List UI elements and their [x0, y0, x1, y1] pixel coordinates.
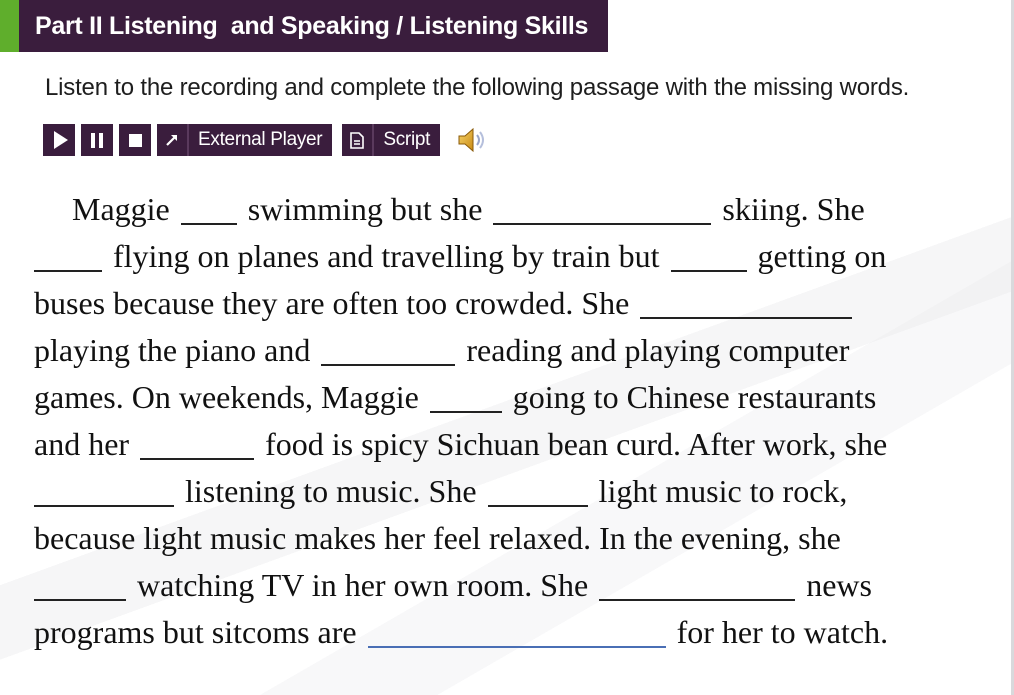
passage-text: getting on — [749, 238, 887, 274]
answer-blank-11[interactable] — [34, 569, 126, 601]
passage-line: games. On weekends, Maggie going to Chin… — [34, 374, 974, 421]
passage-text: for her to watch. — [668, 614, 889, 650]
answer-blank-4[interactable] — [670, 240, 747, 272]
passage-text: light music to rock, — [590, 473, 848, 509]
answer-blank-6[interactable] — [321, 334, 456, 366]
answer-blank-8[interactable] — [140, 428, 255, 460]
passage-text: buses because they are often too crowded… — [34, 285, 638, 321]
play-button[interactable] — [43, 124, 75, 156]
answer-blank-13[interactable] — [367, 616, 666, 648]
passage-text: programs but sitcoms are — [34, 614, 365, 650]
external-link-icon — [157, 124, 189, 156]
answer-blank-12[interactable] — [599, 569, 796, 601]
passage-line: flying on planes and travelling by train… — [34, 233, 974, 280]
passage-text: and her — [34, 426, 138, 462]
section-header: Part II Listening and Speaking / Listeni… — [0, 0, 609, 52]
passage-line: listening to music. She light music to r… — [34, 468, 974, 515]
passage-line: programs but sitcoms are for her to watc… — [34, 609, 974, 656]
passage-line: watching TV in her own room. She news — [34, 562, 974, 609]
passage-text: games. On weekends, Maggie — [34, 379, 427, 415]
passage-line: Maggie swimming but she skiing. She — [34, 186, 974, 233]
pause-icon — [91, 132, 103, 148]
passage-text: flying on planes and travelling by train… — [105, 238, 668, 274]
passage-line: buses because they are often too crowded… — [34, 280, 974, 327]
play-icon — [53, 131, 68, 149]
page-title: Part II Listening and Speaking / Listeni… — [19, 0, 609, 52]
passage-text: reading and playing computer — [458, 332, 850, 368]
header-accent-bar — [0, 0, 19, 52]
answer-blank-3[interactable] — [34, 240, 102, 272]
external-player-button[interactable]: External Player — [157, 124, 333, 156]
answer-blank-10[interactable] — [487, 475, 588, 507]
answer-blank-5[interactable] — [640, 287, 853, 319]
passage-text: news — [798, 567, 872, 603]
passage-line: because light music makes her feel relax… — [34, 515, 974, 562]
stop-button[interactable] — [119, 124, 151, 156]
passage-text: going to Chinese restaurants — [504, 379, 877, 415]
script-button[interactable]: Script — [342, 124, 441, 156]
passage: Maggie swimming but she skiing. She flyi… — [34, 186, 974, 656]
passage-text: playing the piano and — [34, 332, 319, 368]
answer-blank-2[interactable] — [493, 193, 712, 225]
audio-toolbar: External Player Script — [43, 124, 490, 156]
pause-button[interactable] — [81, 124, 113, 156]
stop-icon — [128, 133, 142, 147]
script-label: Script — [374, 124, 441, 156]
document-icon — [342, 124, 375, 156]
passage-text: because light music makes her feel relax… — [34, 520, 841, 556]
answer-blank-9[interactable] — [34, 475, 174, 507]
passage-line: and her food is spicy Sichuan bean curd.… — [34, 421, 974, 468]
speaker-icon[interactable] — [454, 124, 490, 156]
answer-blank-1[interactable] — [180, 193, 237, 225]
answer-blank-7[interactable] — [429, 381, 502, 413]
passage-text: watching TV in her own room. She — [129, 567, 597, 603]
passage-text: swimming but she — [239, 191, 491, 227]
passage-text: Maggie — [72, 191, 178, 227]
external-player-label: External Player — [189, 124, 333, 156]
instruction-text: Listen to the recording and complete the… — [45, 74, 910, 101]
passage-line: playing the piano and reading and playin… — [34, 327, 974, 374]
passage-text: skiing. She — [714, 191, 865, 227]
passage-text: listening to music. She — [177, 473, 485, 509]
passage-text: food is spicy Sichuan bean curd. After w… — [257, 426, 888, 462]
